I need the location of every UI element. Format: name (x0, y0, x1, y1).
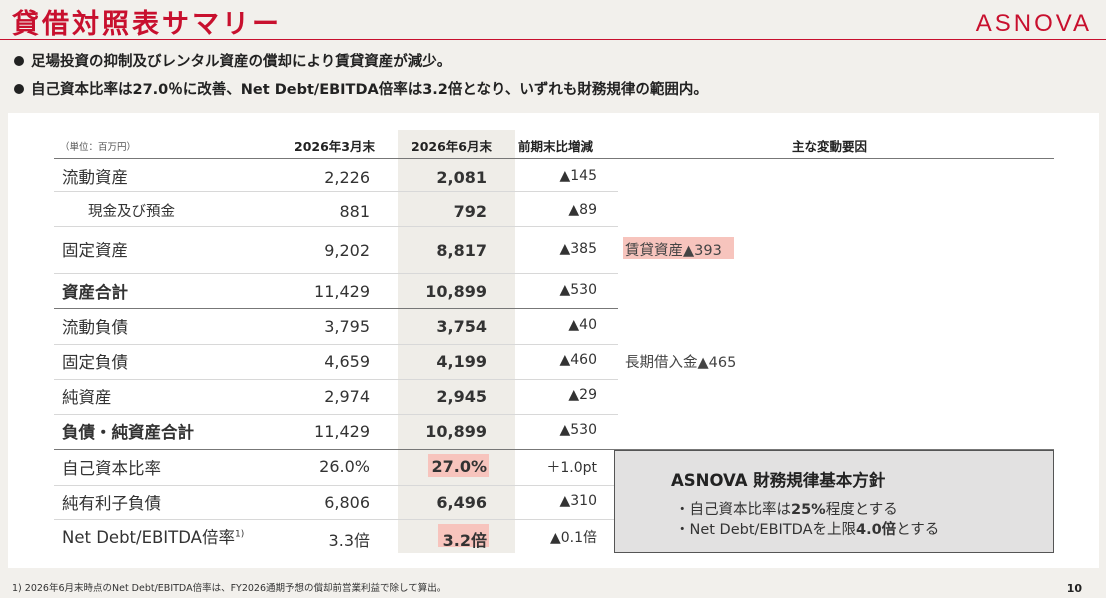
value-prev: 26.0% (319, 457, 370, 476)
footnote-marker: 1) (234, 529, 245, 540)
page-number: 10 (1066, 582, 1082, 595)
value-curr: 27.0% (431, 457, 487, 476)
value-curr: 10,899 (425, 422, 487, 441)
policy-line: ・Net Debt/EBITDAを上限4.0倍とする (675, 522, 940, 538)
financial-policy-box: ASNOVA 財務規律基本方針 ・自己資本比率は25%程度とする ・Net De… (614, 450, 1054, 553)
column-header-change: 前期末比増減 (518, 139, 594, 154)
balance-sheet-panel: （単位：百万円） 2026年3月末 2026年6月末 前期末比増減 主な変動要因… (8, 113, 1099, 568)
row-label: 純有利子負債 (62, 494, 161, 513)
value-change: ▲145 (559, 168, 598, 184)
policy-line: ・自己資本比率は25%程度とする (675, 502, 898, 518)
value-prev: 4,659 (324, 352, 370, 371)
bullet-dot-icon (14, 84, 24, 94)
value-prev: 6,806 (324, 493, 370, 512)
value-change: ▲530 (559, 282, 598, 298)
value-prev: 2,226 (324, 168, 370, 187)
row-divider (54, 344, 618, 345)
policy-title: ASNOVA 財務規律基本方針 (671, 471, 886, 490)
value-curr: 3.2倍 (442, 531, 487, 550)
value-curr: 4,199 (436, 352, 487, 371)
bullet-dot-icon (14, 56, 24, 66)
column-header-prev: 2026年3月末 (294, 139, 375, 154)
row-divider (54, 273, 618, 274)
value-change: ▲460 (559, 352, 598, 368)
value-curr: 792 (453, 202, 487, 221)
unit-label: （単位：百万円） (60, 142, 137, 153)
page-title: 貸借対照表サマリー (12, 9, 282, 40)
value-change: ▲385 (559, 241, 598, 257)
value-prev: 3,795 (324, 317, 370, 336)
value-curr: 10,899 (425, 282, 487, 301)
value-change: ＋1.0pt (546, 460, 597, 476)
value-prev: 3.3倍 (328, 531, 370, 550)
value-prev: 881 (339, 202, 370, 221)
row-label: 負債・純資産合計 (62, 423, 194, 442)
value-prev: 2,974 (324, 387, 370, 406)
row-divider (54, 485, 614, 486)
value-change: ▲530 (559, 422, 598, 438)
value-change: ▲40 (568, 317, 597, 333)
column-header-notes: 主な変動要因 (792, 139, 868, 154)
header-divider (54, 158, 1054, 159)
column-header-curr: 2026年6月末 (411, 139, 492, 154)
row-label: 固定資産 (62, 241, 128, 260)
value-prev: 9,202 (324, 241, 370, 260)
value-prev: 11,429 (314, 282, 370, 301)
summary-bullets: 足場投資の抑制及びレンタル資産の償却により賃貸資産が減少。 自己資本比率は27.… (14, 52, 708, 108)
value-prev: 11,429 (314, 422, 370, 441)
change-note: 長期借入金▲465 (625, 355, 737, 371)
bullet-item: 足場投資の抑制及びレンタル資産の償却により賃貸資産が減少。 (14, 52, 708, 80)
value-curr: 2,945 (436, 387, 487, 406)
row-label: 固定負債 (62, 353, 128, 372)
row-label: 流動負債 (62, 318, 128, 337)
section-divider (54, 308, 618, 309)
value-change: ▲310 (559, 493, 598, 509)
row-divider (54, 379, 618, 380)
title-divider (0, 39, 1106, 40)
current-period-column-shade (398, 130, 515, 553)
value-change: ▲0.1倍 (549, 530, 597, 546)
row-divider (54, 519, 614, 520)
row-divider (54, 414, 618, 415)
row-label: 現金及び預金 (88, 204, 175, 220)
footnote: 1) 2026年6月末時点のNet Debt/EBITDA倍率は、FY2026通… (12, 583, 447, 594)
asnova-logo: ASNOVA (975, 10, 1092, 37)
row-label: 流動資産 (62, 168, 128, 187)
row-label: Net Debt/EBITDA倍率1) (62, 528, 245, 547)
value-change: ▲29 (568, 387, 597, 403)
value-curr: 3,754 (436, 317, 487, 336)
change-note: 賃貸資産▲393 (625, 243, 722, 259)
row-label: 資産合計 (62, 283, 128, 302)
row-divider (54, 226, 618, 227)
bullet-item: 自己資本比率は27.0％に改善、Net Debt/EBITDA倍率は3.2倍とな… (14, 80, 708, 108)
value-curr: 2,081 (436, 168, 487, 187)
row-label: 純資産 (62, 388, 112, 407)
row-divider (54, 191, 618, 192)
value-curr: 6,496 (436, 493, 487, 512)
row-label: 自己資本比率 (62, 459, 161, 478)
value-change: ▲89 (568, 202, 597, 218)
value-curr: 8,817 (436, 241, 487, 260)
